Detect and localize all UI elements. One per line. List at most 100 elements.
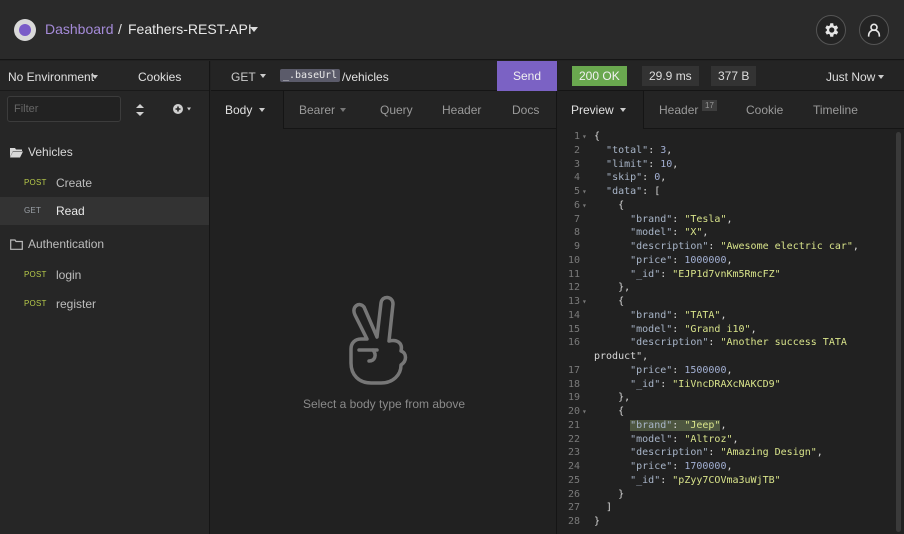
request-label: login: [56, 268, 82, 282]
code-text: "_id": "pZyy7COVma3uWjTB": [630, 474, 781, 486]
tab-docs[interactable]: Docs: [512, 103, 539, 117]
code-line: 21 "brand": "Jeep",: [558, 419, 904, 433]
insomnia-logo-icon[interactable]: [14, 19, 36, 41]
line-number: 22: [567, 433, 580, 445]
line-number: 7: [573, 213, 580, 225]
tab-body[interactable]: Body: [211, 91, 284, 129]
cookies-button[interactable]: Cookies: [138, 70, 181, 84]
tab-query[interactable]: Query: [380, 103, 413, 117]
code-text: {: [594, 406, 625, 417]
code-text: "total": 3,: [606, 144, 673, 156]
sort-icon[interactable]: [135, 103, 145, 117]
method-badge: POST: [24, 178, 47, 187]
request-label: Create: [56, 176, 93, 190]
filter-input[interactable]: Filter: [7, 96, 121, 122]
line-number: 10: [567, 254, 580, 266]
url-path-input[interactable]: /vehicles: [342, 70, 389, 84]
line-number: 2: [573, 144, 580, 156]
code-text: "model": "Altroz",: [630, 433, 739, 445]
add-item-icon[interactable]: [172, 102, 194, 116]
request-item-create[interactable]: POST Create: [0, 169, 209, 197]
line-number: 13: [567, 296, 580, 307]
workspace-chevron-down-icon[interactable]: [250, 27, 258, 32]
code-line: product",: [558, 350, 904, 364]
workspace-name[interactable]: Feathers-REST-API: [128, 21, 252, 37]
fold-toggle-icon[interactable]: ▾: [582, 295, 587, 309]
line-number: 23: [567, 447, 580, 459]
code-text: "description": "Amazing Design",: [630, 447, 823, 459]
breadcrumb-dashboard[interactable]: Dashboard: [45, 21, 114, 37]
code-text: ]: [594, 502, 613, 514]
tab-cookie[interactable]: Cookie: [746, 103, 783, 117]
response-tabs: Preview Header 17 Cookie Timeline: [558, 91, 904, 129]
request-item-login[interactable]: POST login: [0, 261, 209, 289]
code-text: "_id": "IiVncDRAXcNAKCD9": [630, 378, 781, 390]
line-number: 16: [567, 337, 580, 349]
tab-preview[interactable]: Preview: [558, 91, 644, 129]
code-line: 27 ]: [558, 501, 904, 515]
code-line: 1 ▾ {: [558, 130, 904, 144]
line-number: 14: [567, 309, 580, 321]
fold-toggle-icon[interactable]: ▾: [582, 130, 587, 144]
code-text: "model": "Grand i10",: [630, 323, 757, 335]
code-text: },: [594, 282, 631, 294]
line-number: 1: [573, 131, 580, 142]
method-badge: GET: [24, 206, 42, 215]
fold-toggle-icon[interactable]: ▾: [582, 199, 587, 213]
code-text: "price": 1000000,: [630, 254, 733, 266]
line-number: 18: [567, 378, 580, 390]
folder-authentication[interactable]: Authentication: [10, 237, 104, 251]
http-method-selector[interactable]: GET: [231, 70, 256, 84]
code-line: 10 "price": 1000000,: [558, 254, 904, 268]
line-number: 3: [573, 158, 580, 170]
response-history-selector[interactable]: Just Now: [826, 70, 875, 84]
send-button[interactable]: Send: [497, 61, 557, 91]
code-line: 28}: [558, 515, 904, 529]
line-number: 21: [567, 419, 580, 431]
method-chevron-down-icon[interactable]: [260, 74, 266, 78]
line-number: 9: [573, 241, 580, 252]
code-line: 9 "description": "Awesome electric car",: [558, 240, 904, 254]
empty-body-message: Select a body type from above: [302, 397, 466, 411]
tab-timeline[interactable]: Timeline: [813, 103, 858, 117]
tab-response-header[interactable]: Header: [659, 103, 698, 117]
tab-auth[interactable]: Bearer: [299, 103, 335, 117]
history-chevron-down-icon[interactable]: [878, 75, 884, 79]
auth-chevron-down-icon[interactable]: [340, 108, 346, 112]
response-status-bar: 200 OK 29.9 ms 377 B Just Now: [558, 61, 904, 91]
response-pane: 200 OK 29.9 ms 377 B Just Now Preview He…: [558, 61, 904, 534]
base-url-variable-tag[interactable]: _.baseUrl: [280, 69, 341, 82]
environment-selector[interactable]: No Environment: [8, 70, 94, 84]
environment-chevron-down-icon[interactable]: [92, 75, 98, 79]
request-item-read[interactable]: GET Read: [0, 197, 209, 225]
line-number: 19: [567, 392, 580, 404]
code-text: "brand": "Tesla",: [630, 213, 733, 225]
line-number: 5: [573, 186, 580, 197]
code-text: "skip": 0,: [606, 172, 667, 184]
top-bar: Dashboard / Feathers-REST-API: [0, 0, 904, 60]
request-tabs: Body Bearer Query Header Docs: [211, 91, 556, 129]
gear-icon: [825, 23, 839, 37]
code-line: 15 "model": "Grand i10",: [558, 323, 904, 337]
line-number: 20: [567, 406, 580, 417]
fold-toggle-icon[interactable]: ▾: [582, 185, 587, 199]
request-item-register[interactable]: POST register: [0, 290, 209, 318]
request-pane: GET _.baseUrl /vehicles Send Body Bearer…: [211, 61, 557, 534]
code-line: 4 "skip": 0,: [558, 171, 904, 185]
account-button[interactable]: [859, 15, 889, 45]
folder-label: Authentication: [28, 237, 105, 251]
code-line: 12 },: [558, 281, 904, 295]
line-number: 28: [567, 516, 580, 527]
code-line: 5 ▾ "data": [: [558, 185, 904, 199]
code-line: 8 "model": "X",: [558, 226, 904, 240]
fold-toggle-icon[interactable]: ▾: [582, 405, 587, 419]
code-line: 13 ▾ {: [558, 295, 904, 309]
settings-button[interactable]: [816, 15, 846, 45]
user-icon: [867, 23, 881, 37]
request-label: Read: [56, 204, 85, 218]
code-line: 26 }: [558, 488, 904, 502]
folder-label: Vehicles: [28, 145, 73, 159]
tab-header[interactable]: Header: [442, 103, 481, 117]
folder-vehicles[interactable]: Vehicles: [10, 145, 73, 159]
preview-chevron-down-icon: [620, 108, 626, 112]
